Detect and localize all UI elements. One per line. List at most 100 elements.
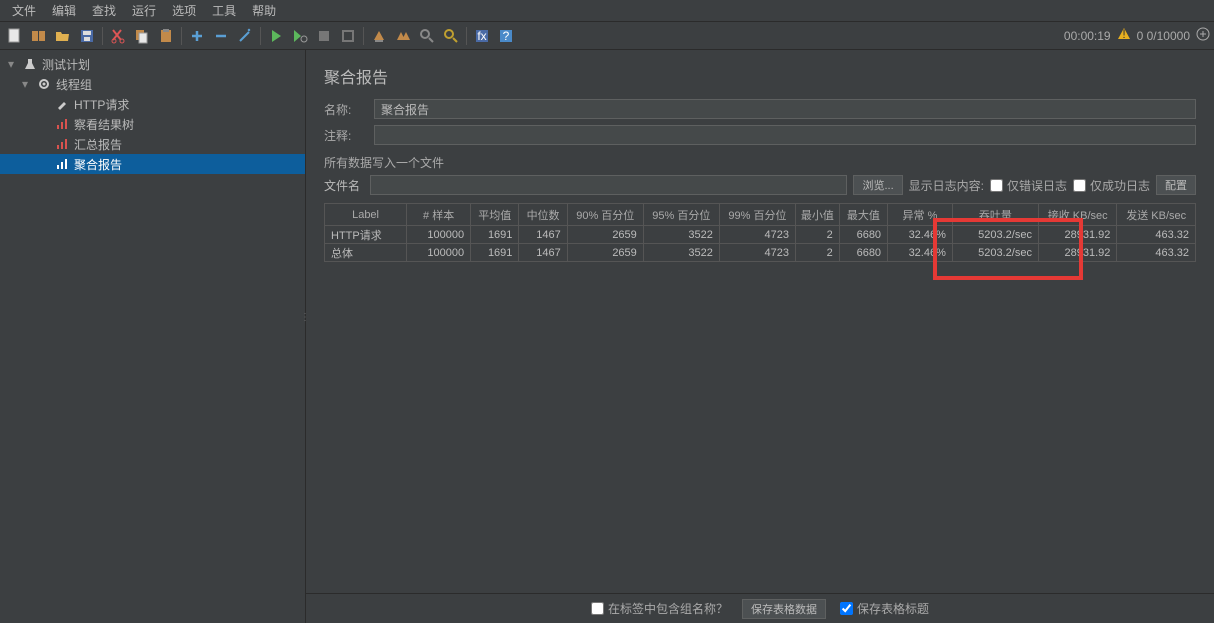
table-row[interactable]: 总体100000169114672659352247232668032.46%5…: [325, 244, 1196, 262]
include-group-checkbox[interactable]: 在标签中包含组名称？: [591, 600, 728, 617]
menu-search[interactable]: 查找: [84, 0, 124, 21]
tree-label: 线程组: [56, 76, 92, 93]
tree-label: HTTP请求: [74, 96, 129, 113]
col-header[interactable]: 中位数: [519, 204, 567, 226]
only-success-label: 仅成功日志: [1090, 177, 1150, 194]
menu-options[interactable]: 选项: [164, 0, 204, 21]
panel-title: 聚合报告: [306, 50, 1214, 96]
col-header[interactable]: 90% 百分位: [567, 204, 643, 226]
open-icon[interactable]: [52, 25, 74, 47]
only-success-checkbox[interactable]: 仅成功日志: [1073, 177, 1150, 194]
table-cell: 6680: [839, 226, 887, 244]
col-header[interactable]: 平均值: [471, 204, 519, 226]
save-icon[interactable]: [76, 25, 98, 47]
cut-icon[interactable]: [107, 25, 129, 47]
menu-help[interactable]: 帮助: [244, 0, 284, 21]
chart-icon: [54, 118, 70, 130]
function-icon[interactable]: fx: [471, 25, 493, 47]
file-section-label: 所有数据写入一个文件: [306, 148, 1214, 173]
toolbar-separator: [363, 27, 364, 45]
paste-icon[interactable]: [155, 25, 177, 47]
remove-icon[interactable]: [210, 25, 232, 47]
help-icon[interactable]: ?: [495, 25, 517, 47]
test-plan-tree[interactable]: ▾ 测试计划 ▾ 线程组 HTTP请求 察看结果树 汇总报告 聚合报告: [0, 50, 306, 623]
wand-icon[interactable]: [234, 25, 256, 47]
gear-icon: [36, 78, 52, 90]
menu-file[interactable]: 文件: [4, 0, 44, 21]
elapsed-time: 00:00:19: [1064, 29, 1111, 43]
search-icon[interactable]: [416, 25, 438, 47]
templates-icon[interactable]: [28, 25, 50, 47]
warning-icon[interactable]: !: [1117, 27, 1131, 44]
table-row[interactable]: HTTP请求100000169114672659352247232668032.…: [325, 226, 1196, 244]
only-error-checkbox[interactable]: 仅错误日志: [990, 177, 1067, 194]
filename-label: 文件名: [324, 177, 364, 194]
toolbar-separator: [181, 27, 182, 45]
col-header[interactable]: 95% 百分位: [643, 204, 719, 226]
collapse-arrow-icon[interactable]: ▾: [8, 57, 18, 71]
new-icon[interactable]: [4, 25, 26, 47]
tree-node-aggregate[interactable]: 聚合报告: [0, 154, 305, 174]
tree-node-threadgroup[interactable]: ▾ 线程组: [0, 74, 305, 94]
filename-input[interactable]: [370, 175, 847, 195]
tree-label: 汇总报告: [74, 136, 122, 153]
table-cell: 2659: [567, 244, 643, 262]
name-input[interactable]: [374, 99, 1196, 119]
tree-node-resultstree[interactable]: 察看结果树: [0, 114, 305, 134]
logshow-label: 显示日志内容:: [909, 177, 984, 194]
chart-icon: [54, 138, 70, 150]
col-header[interactable]: 最小值: [795, 204, 839, 226]
tree-label: 聚合报告: [74, 156, 122, 173]
run-icon[interactable]: [265, 25, 287, 47]
tree-label: 察看结果树: [74, 116, 134, 133]
col-header[interactable]: 最大值: [839, 204, 887, 226]
toolbar-status: 00:00:19 ! 0 0/10000: [1064, 27, 1210, 44]
table-cell: 1467: [519, 226, 567, 244]
save-header-checkbox[interactable]: 保存表格标题: [840, 600, 929, 617]
col-header[interactable]: 异常 %: [888, 204, 953, 226]
stop-icon[interactable]: [313, 25, 335, 47]
comment-label: 注释:: [324, 127, 364, 144]
col-header[interactable]: 99% 百分位: [719, 204, 795, 226]
chart-icon: [54, 158, 70, 170]
expand-icon[interactable]: [1196, 27, 1210, 44]
menu-run[interactable]: 运行: [124, 0, 164, 21]
search-reset-icon[interactable]: [440, 25, 462, 47]
table-cell: 6680: [839, 244, 887, 262]
tree-node-testplan[interactable]: ▾ 测试计划: [0, 54, 305, 74]
col-header[interactable]: Label: [325, 204, 407, 226]
shutdown-icon[interactable]: [337, 25, 359, 47]
col-header[interactable]: # 样本: [407, 204, 471, 226]
table-cell: 1691: [471, 226, 519, 244]
tree-label: 测试计划: [42, 56, 90, 73]
menu-edit[interactable]: 编辑: [44, 0, 84, 21]
add-icon[interactable]: [186, 25, 208, 47]
save-table-button[interactable]: 保存表格数据: [742, 599, 826, 619]
table-cell: 1691: [471, 244, 519, 262]
table-cell: 463.32: [1117, 226, 1196, 244]
clear-icon[interactable]: [368, 25, 390, 47]
toolbar: fx ? 00:00:19 ! 0 0/10000: [0, 22, 1214, 50]
table-cell: 3522: [643, 244, 719, 262]
col-header[interactable]: 发送 KB/sec: [1117, 204, 1196, 226]
toolbar-separator: [260, 27, 261, 45]
table-cell: HTTP请求: [325, 226, 407, 244]
menu-tools[interactable]: 工具: [204, 0, 244, 21]
configure-button[interactable]: 配置: [1156, 175, 1196, 195]
col-header[interactable]: 吞吐量: [952, 204, 1038, 226]
tree-node-summary[interactable]: 汇总报告: [0, 134, 305, 154]
copy-icon[interactable]: [131, 25, 153, 47]
run-notimer-icon[interactable]: [289, 25, 311, 47]
svg-text:fx: fx: [477, 29, 486, 43]
results-table[interactable]: Label# 样本平均值中位数90% 百分位95% 百分位99% 百分位最小值最…: [324, 203, 1196, 262]
table-cell: 5203.2/sec: [952, 244, 1038, 262]
comment-input[interactable]: [374, 125, 1196, 145]
collapse-arrow-icon[interactable]: ▾: [22, 77, 32, 91]
tree-node-http[interactable]: HTTP请求: [0, 94, 305, 114]
browse-button[interactable]: 浏览...: [853, 175, 902, 195]
table-cell: 100000: [407, 226, 471, 244]
col-header[interactable]: 接收 KB/sec: [1038, 204, 1116, 226]
clear-all-icon[interactable]: [392, 25, 414, 47]
svg-text:!: !: [1122, 27, 1125, 41]
only-error-label: 仅错误日志: [1007, 177, 1067, 194]
